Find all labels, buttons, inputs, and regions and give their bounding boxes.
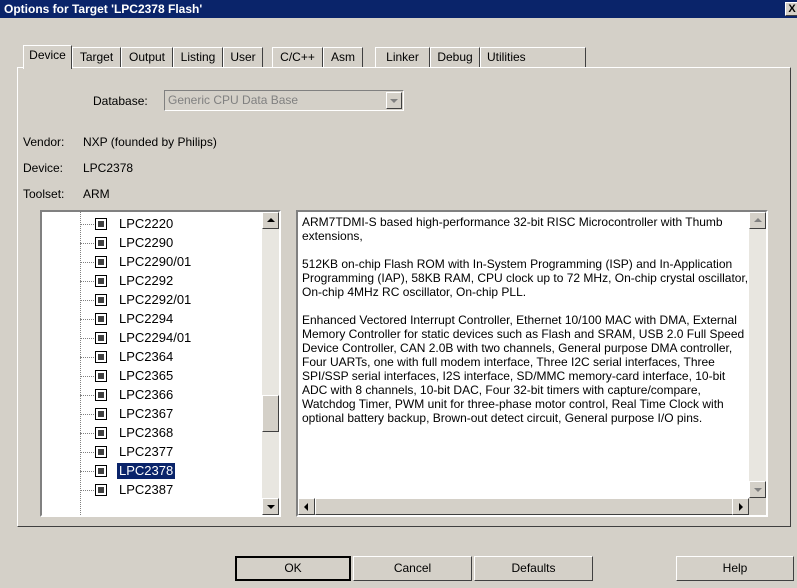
chip-icon: [95, 313, 107, 325]
title-bar: Options for Target 'LPC2378 Flash' X: [0, 0, 797, 18]
toolset-label: Toolset:: [23, 187, 65, 201]
chip-icon: [95, 218, 107, 230]
tree-item-label: LPC2294/01: [119, 330, 192, 345]
defaults-button[interactable]: Defaults: [474, 556, 593, 581]
chip-icon: [95, 484, 107, 496]
tab-user[interactable]: User: [223, 47, 263, 67]
tab-output[interactable]: Output: [121, 47, 173, 67]
tree-line: [80, 212, 81, 515]
chip-icon: [95, 294, 107, 306]
tree-item-label: LPC2290/01: [119, 254, 192, 269]
tree-vertical-scrollbar[interactable]: [262, 212, 279, 515]
description-horizontal-scrollbar[interactable]: [298, 498, 749, 515]
tree-item-label: LPC2364: [119, 349, 174, 364]
description-paragraph: ARM7TDMI-S based high-performance 32-bit…: [302, 215, 723, 243]
window-title: Options for Target 'LPC2378 Flash': [4, 2, 203, 16]
description-text: ARM7TDMI-S based high-performance 32-bit…: [302, 215, 752, 439]
scroll-down-arrow-icon[interactable]: [262, 498, 279, 515]
chip-icon: [95, 446, 107, 458]
tree-item-label: LPC2368: [119, 425, 174, 440]
device-tree[interactable]: LPC2220 LPC2290 LPC2290/01 LPC2292 LPC22…: [40, 210, 281, 517]
tab-asm[interactable]: Asm: [323, 47, 363, 67]
database-value: Generic CPU Data Base: [168, 93, 299, 107]
description-vertical-scrollbar[interactable]: [749, 212, 766, 498]
tree-item-label: LPC2365: [119, 368, 174, 383]
tree-item-label: LPC2366: [119, 387, 174, 402]
scroll-up-arrow-icon[interactable]: [262, 212, 279, 229]
device-label: Device:: [23, 161, 64, 175]
tab-listing[interactable]: Listing: [173, 47, 223, 67]
tree-item-label: LPC2292: [119, 273, 174, 288]
tree-item-label: LPC2367: [119, 406, 174, 421]
description-scroll-thumb[interactable]: [315, 498, 735, 515]
tree-item-label: LPC2292/01: [119, 292, 192, 307]
help-button[interactable]: Help: [676, 556, 794, 581]
chip-icon: [95, 370, 107, 382]
tab-device[interactable]: Device: [23, 45, 72, 69]
chip-icon: [95, 332, 107, 344]
tree-item-label: LPC2290: [119, 235, 174, 250]
scroll-down-arrow-icon[interactable]: [749, 481, 766, 498]
chip-icon: [95, 389, 107, 401]
tree-scroll-thumb[interactable]: [262, 395, 279, 432]
chip-icon: [95, 427, 107, 439]
scroll-up-arrow-icon[interactable]: [749, 212, 766, 229]
tree-item-label: LPC2220: [119, 216, 174, 231]
chip-icon: [95, 256, 107, 268]
chip-icon: [95, 275, 107, 287]
vendor-value: NXP (founded by Philips): [83, 135, 217, 149]
chip-icon: [95, 237, 107, 249]
device-value: LPC2378: [83, 161, 134, 175]
tab-target[interactable]: Target: [72, 47, 121, 67]
chevron-down-icon[interactable]: [386, 92, 402, 109]
scroll-left-arrow-icon[interactable]: [298, 498, 315, 515]
tab-linker[interactable]: Linker: [375, 47, 430, 67]
tree-item-label: LPC2377: [119, 444, 174, 459]
database-combo[interactable]: Generic CPU Data Base: [164, 90, 404, 111]
tab-c-cpp[interactable]: C/C++: [272, 47, 323, 67]
scrollbar-corner: [749, 498, 766, 515]
tab-debug[interactable]: Debug: [430, 47, 480, 67]
tab-utilities[interactable]: Utilities: [480, 47, 586, 67]
database-label: Database:: [93, 94, 148, 108]
tree-item-label: LPC2387: [119, 482, 174, 497]
close-button[interactable]: X: [785, 2, 797, 16]
device-description: ARM7TDMI-S based high-performance 32-bit…: [296, 210, 768, 517]
scroll-right-arrow-icon[interactable]: [732, 498, 749, 515]
tree-item-label: LPC2294: [119, 311, 174, 326]
toolset-value: ARM: [83, 187, 110, 201]
chip-icon: [95, 465, 107, 477]
description-paragraph: 512KB on-chip Flash ROM with In-System P…: [302, 257, 749, 299]
vendor-label: Vendor:: [23, 135, 65, 149]
tree-item-label: LPC2378: [115, 462, 177, 480]
chip-icon: [95, 408, 107, 420]
description-paragraph: Enhanced Vectored Interrupt Controller, …: [302, 313, 745, 425]
cancel-button[interactable]: Cancel: [353, 556, 472, 581]
chip-icon: [95, 351, 107, 363]
ok-button[interactable]: OK: [235, 556, 351, 581]
